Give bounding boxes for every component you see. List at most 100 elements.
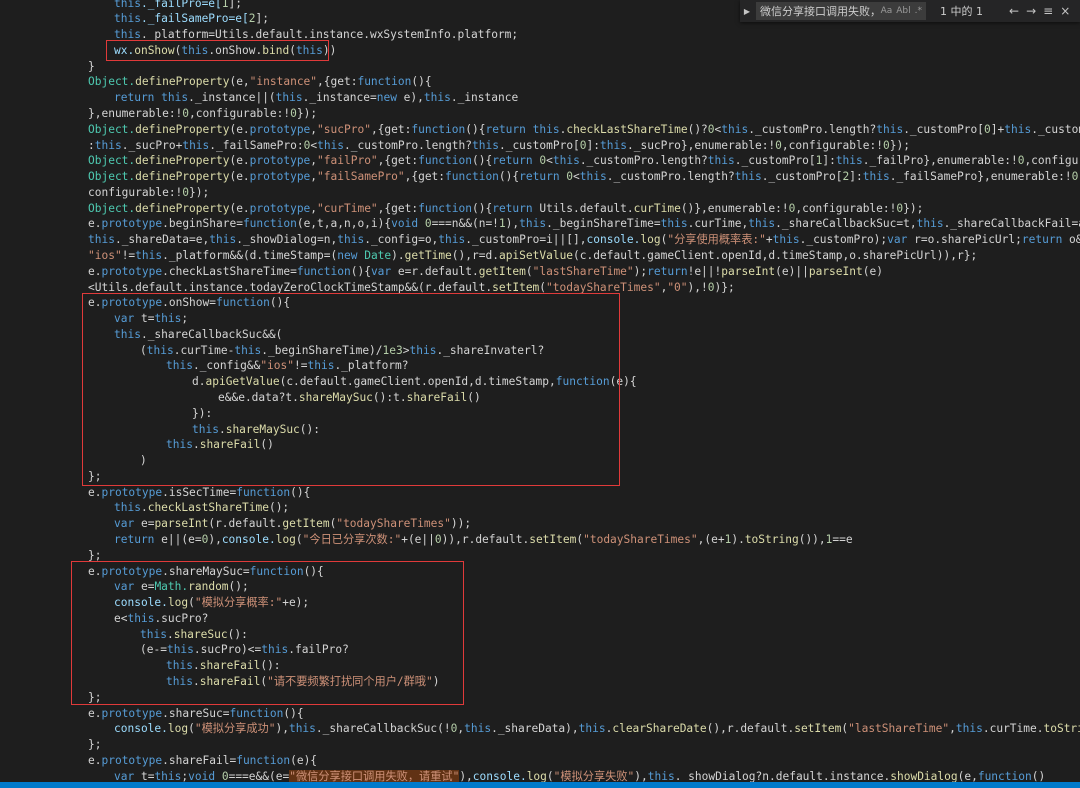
code-token: this <box>721 122 749 136</box>
status-bar <box>0 782 1080 788</box>
code-token: log <box>640 233 661 247</box>
code-token: (){ <box>411 75 432 89</box>
find-input[interactable]: 微信分享接口调用失败，请重试 Aa Abl .* <box>756 2 926 20</box>
match-case-toggle[interactable]: Aa <box>881 6 893 16</box>
code-token: ._beginShareTime= <box>546 217 661 231</box>
code-token: ._customPro=i||[], <box>465 233 587 247</box>
code-token: , <box>949 722 956 736</box>
code-token: this <box>317 138 345 152</box>
code-token: "模拟分享成功" <box>194 722 276 736</box>
code-token: t= <box>140 769 155 782</box>
code-token: "ios" <box>88 248 122 262</box>
code-token: } <box>88 59 95 73</box>
previous-match-icon[interactable]: ← <box>1009 4 1019 18</box>
code-line: configurable:!0}); <box>88 185 209 201</box>
find-in-selection-icon[interactable]: ≡ <box>1043 4 1053 18</box>
code-token: "分享使用概率表:" <box>667 233 766 247</box>
code-token: function <box>418 201 472 215</box>
code-token: ._failSamePro=e[ <box>140 12 249 26</box>
code-token: }); <box>296 106 318 120</box>
code-token: function <box>445 170 499 184</box>
code-token: getTime <box>404 248 452 262</box>
close-find-icon[interactable]: × <box>1060 4 1070 18</box>
code-token: .curTime. <box>982 722 1044 736</box>
code-token: !e||! <box>687 264 722 278</box>
code-token: defineProperty <box>135 201 230 215</box>
code-token: (r.default. <box>208 517 283 531</box>
code-token: return <box>492 154 540 168</box>
code-token: prototype <box>249 201 311 215</box>
code-token: (){ <box>283 706 304 720</box>
code-token: Object. <box>88 201 136 215</box>
code-line: Object.defineProperty(e,"instance",{get:… <box>88 74 432 90</box>
toggle-replace-icon[interactable]: ▶ <box>740 7 754 16</box>
code-token: (e)|| <box>775 264 809 278</box>
code-token: function <box>229 706 284 720</box>
code-line: Object.defineProperty(e.prototype,"failS… <box>88 169 1080 185</box>
code-token: (e. <box>229 122 250 136</box>
highlight-box-onshow-function <box>82 293 620 486</box>
code-token: "todayShareTimes" <box>583 533 698 547</box>
code-token: console. <box>114 722 168 736</box>
code-token: this <box>552 154 580 168</box>
whole-word-toggle[interactable]: Abl <box>896 6 910 16</box>
code-token: (e,t,a,n,o,i){ <box>296 217 392 231</box>
code-token: ._shareCallbackFail=a, <box>943 217 1080 231</box>
code-token: toString <box>744 533 799 547</box>
code-token: this <box>154 769 182 782</box>
code-token: setItem <box>492 280 540 294</box>
code-token: this <box>472 138 499 152</box>
code-token: .checkLastShareTime= <box>162 264 297 278</box>
code-token: this <box>734 170 762 184</box>
code-line: e.prototype.checkLastShareTime=function(… <box>88 264 883 280</box>
code-token: Object. <box>88 122 136 136</box>
code-token: ._failSamePro},enumerable:! <box>889 170 1072 184</box>
code-line: Object.defineProperty(e.prototype,"failP… <box>88 153 1080 169</box>
code-token: ()? <box>687 122 708 136</box>
code-token: 0 <box>707 122 715 136</box>
code-token: < <box>546 154 553 168</box>
code-token: this <box>862 170 890 184</box>
code-token: prototype <box>249 154 311 168</box>
code-token: this <box>337 233 365 247</box>
code-token: prototype <box>101 217 163 231</box>
code-token: "failSamePro" <box>317 170 405 184</box>
code-token: this <box>94 138 122 152</box>
code-token: .shareSuc= <box>162 706 230 720</box>
code-token: ===n&&(n=! <box>431 217 499 231</box>
code-token: ._customPro[ <box>903 122 985 136</box>
code-token: setItem <box>794 722 842 736</box>
code-token: function <box>411 122 466 136</box>
code-token: ); <box>633 264 648 278</box>
code-token: () <box>1031 769 1046 782</box>
code-token: 0 <box>579 138 587 152</box>
code-token: apiSetValue <box>498 248 574 262</box>
code-token: this <box>161 91 189 105</box>
code-token: ), <box>505 217 520 231</box>
code-token: e= <box>140 517 155 531</box>
code-token: Object. <box>88 170 136 184</box>
find-input-value[interactable]: 微信分享接口调用失败，请重试 <box>760 3 877 19</box>
regex-toggle[interactable]: .* <box>915 6 922 16</box>
code-token: this <box>114 501 141 515</box>
code-token: this <box>876 122 904 136</box>
code-token: Date <box>364 248 392 262</box>
code-token: ._platform&&(d.timeStamp=( <box>162 248 338 262</box>
find-result-count: 1 中的 1 <box>940 5 983 18</box>
code-token: (){ <box>471 154 493 168</box>
code-token: ]; <box>228 0 243 10</box>
code-token: ._customPro.length? <box>579 154 708 168</box>
code-line: } <box>88 59 95 75</box>
code-token: }); <box>889 138 910 152</box>
code-token: void <box>391 217 425 231</box>
code-token: (); <box>268 501 290 515</box>
code-token: ( <box>546 769 554 782</box>
code-token: ._customPro[ <box>498 138 580 152</box>
code-token: this <box>647 769 675 782</box>
next-match-icon[interactable]: → <box>1026 4 1036 18</box>
code-token: }; <box>88 548 102 562</box>
code-token: void <box>188 769 222 782</box>
code-token: this <box>464 722 492 736</box>
code-token: this <box>275 91 303 105</box>
code-token: clearShareDate <box>612 722 707 736</box>
